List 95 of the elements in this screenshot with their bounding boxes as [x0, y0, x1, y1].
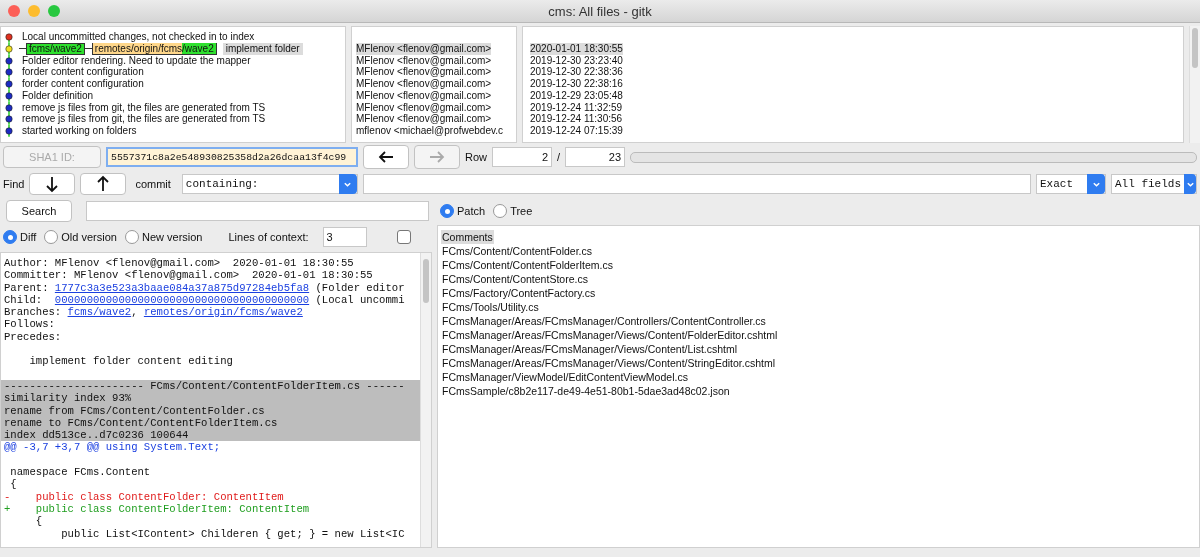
diff-line: Child: 0000000000000000000000000000000000000000 (Local uncommi — [3, 293, 406, 307]
diff-line: @@ -3,7 +3,7 @@ using System.Text; — [3, 441, 222, 454]
row-separator: / — [557, 151, 561, 163]
commit-link[interactable]: 1777c3a3e523a3baae084a37a875d97284eb5fa8 — [54, 281, 310, 294]
file-item[interactable]: FCms/Content/ContentStore.cs — [441, 272, 589, 286]
diff-line: { — [34, 515, 44, 528]
commit-link[interactable]: fcms/wave2 — [67, 306, 132, 319]
commit-headline[interactable]: forder content configuration — [19, 78, 147, 90]
file-item[interactable]: FCms/Tools/Utility.cs — [441, 300, 540, 314]
author-cell: MFlenov <flenov@gmail.com> — [356, 113, 492, 125]
author-cell: MFlenov <flenov@gmail.com> — [356, 89, 492, 102]
commit-dot[interactable] — [5, 104, 13, 111]
date-cell: 2019-12-30 22:38:36 — [530, 66, 623, 78]
diff-line: Precedes: — [3, 330, 63, 344]
file-item[interactable]: FCmsSample/c8b2e117-de49-4e51-80b1-5dae3ad48c02.json — [441, 384, 731, 398]
sha1-field[interactable]: 5557371c8a2e548930825358d2a26dcaa13f4c99 — [106, 147, 358, 167]
file-item[interactable]: FCms/Content/ContentFolder.cs — [441, 244, 593, 258]
find-field-label: commit — [135, 178, 171, 190]
author-cell: mflenov <michael@profwebdev.c — [356, 125, 503, 137]
match-dropdown[interactable]: Exact — [1036, 174, 1106, 194]
diff-line: public List<IContent> Childeren { get; } = new List<IC — [60, 527, 406, 540]
diff-line: Parent: 1777c3a3e523a3baae084a37a875d97284eb5fa8 (Folder editor — [3, 281, 406, 294]
diff-line: Branches: fcms/wave2, remotes/origin/fcms/wave2 — [3, 306, 304, 319]
find-next-button[interactable] — [29, 173, 76, 195]
commit-dot[interactable] — [5, 80, 13, 88]
commit-headline[interactable]: remove js files from git, the files are generated from TS — [19, 101, 269, 114]
commit-headline[interactable]: Folder editor rendering. Need to update the mapper — [19, 54, 254, 67]
view-mode-radio[interactable]: Patch — [440, 204, 486, 218]
view-mode-radio[interactable]: Tree — [493, 204, 533, 218]
commit-headline[interactable]: Local uncommitted changes, not checked in to index — [19, 31, 258, 43]
ref-connector — [84, 48, 92, 50]
diff-line: + public class ContentFolderItem: ContentItem — [3, 502, 311, 516]
date-cell: 2019-12-29 23:05:48 — [530, 89, 623, 102]
diff-mode-radio[interactable]: Old version — [44, 230, 117, 244]
diff-line: Author: MFlenov <flenov@gmail.com> 2020-01-01 18:30:55 — [3, 257, 355, 270]
diff-mode-radio[interactable]: Diff — [3, 230, 37, 244]
commit-dot[interactable] — [5, 68, 13, 76]
find-label: Find — [3, 178, 25, 190]
row-count-field: 23 — [565, 147, 626, 167]
date-cell: 2020-01-01 18:30:55 — [530, 42, 623, 55]
commit-headline[interactable]: Folder definition — [19, 89, 97, 102]
search-field[interactable] — [86, 201, 429, 221]
author-cell: MFlenov <flenov@gmail.com> — [356, 78, 492, 90]
diff-line: - public class ContentFolder: ContentItem — [3, 490, 285, 503]
commit-headline[interactable]: implement folder — [222, 42, 303, 55]
commit-dot[interactable] — [5, 127, 13, 135]
commit-link[interactable]: remotes/origin/fcms/wave2 — [143, 306, 303, 319]
find-field[interactable] — [362, 174, 1031, 194]
diff-line: Committer: MFlenov <flenov@gmail.com> 2020-01-01 18:30:55 — [3, 269, 374, 282]
back-button[interactable] — [363, 145, 409, 169]
context-label: Lines of context: — [228, 231, 309, 243]
author-cell: MFlenov <flenov@gmail.com> — [356, 66, 492, 78]
date-cell: 2019-12-30 23:23:40 — [530, 54, 623, 67]
commit-dot[interactable] — [5, 33, 13, 41]
date-cell: 2019-12-24 07:15:39 — [530, 125, 623, 137]
diff-mode-radio[interactable]: New version — [124, 230, 203, 244]
file-item[interactable]: FCms/Factory/ContentFactory.cs — [441, 286, 597, 300]
commit-headline[interactable]: remove js files from git, the files are generated from TS — [19, 113, 269, 125]
scope-dropdown[interactable]: All fields — [1111, 174, 1197, 194]
commit-dot[interactable] — [5, 115, 13, 123]
find-previous-button[interactable] — [80, 173, 127, 195]
commit-link[interactable]: 0000000000000000000000000000000000000000 — [54, 293, 310, 306]
commit-headline[interactable]: started working on folders — [19, 125, 140, 137]
date-cell: 2019-12-24 11:32:59 — [530, 101, 623, 114]
row-label: Row — [465, 151, 487, 163]
search-button[interactable]: Search — [6, 200, 72, 222]
date-cell: 2019-12-30 22:38:16 — [530, 78, 623, 90]
context-field[interactable]: 3 — [322, 227, 367, 247]
file-item[interactable]: Comments — [441, 230, 494, 244]
scrollbar[interactable] — [1189, 26, 1200, 143]
window-title: cms: All files - gitk — [548, 3, 652, 19]
commit-dot[interactable] — [5, 45, 13, 53]
date-cell: 2019-12-24 11:30:56 — [530, 113, 623, 125]
file-item[interactable]: FCmsManager/Areas/FCmsManager/Views/Content/List.cshtml — [441, 342, 739, 356]
diff-line: namespace FCms.Content — [9, 466, 152, 479]
author-cell: MFlenov <flenov@gmail.com> — [356, 42, 492, 55]
commit-dot[interactable] — [5, 57, 13, 64]
ref-connector — [19, 48, 26, 50]
author-cell: MFlenov <flenov@gmail.com> — [356, 54, 492, 67]
file-item[interactable]: FCms/Content/ContentFolderItem.cs — [441, 258, 614, 272]
diff-line: Follows: — [3, 318, 56, 331]
file-item[interactable]: FCmsManager/ViewModel/EditContentViewModel.cs — [441, 370, 689, 384]
find-type-dropdown[interactable]: containing: — [181, 174, 358, 194]
commit-headline[interactable]: forder content configuration — [19, 66, 147, 78]
branch-tag[interactable]: fcms/wave2 — [26, 42, 85, 55]
row-field: 2 — [492, 147, 552, 167]
file-item[interactable]: FCmsManager/Areas/FCmsManager/Views/Content/FolderEditor.cshtml — [441, 328, 779, 342]
scrollbar[interactable] — [420, 253, 431, 547]
commit-dot[interactable] — [5, 92, 13, 100]
author-cell: MFlenov <flenov@gmail.com> — [356, 101, 492, 114]
file-item[interactable]: FCmsManager/Areas/FCmsManager/Controllers/ContentController.cs — [441, 314, 767, 328]
file-item[interactable]: FCmsManager/Areas/FCmsManager/Views/Content/StringEditor.cshtml — [441, 356, 776, 370]
diff-line: { — [9, 478, 18, 491]
checkbox[interactable] — [396, 230, 411, 244]
diff-line: implement folder content editing — [28, 355, 234, 368]
